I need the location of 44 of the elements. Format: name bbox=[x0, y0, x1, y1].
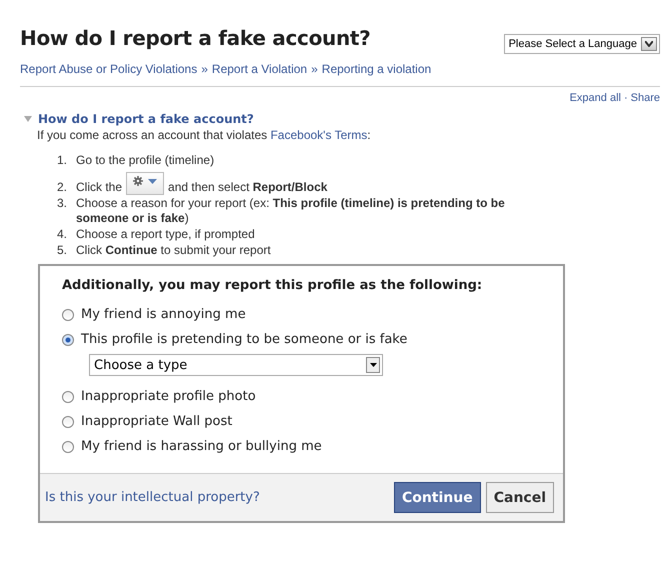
radio-button[interactable] bbox=[62, 416, 74, 428]
continue-button[interactable]: Continue bbox=[394, 482, 481, 513]
step-number: 5. bbox=[57, 243, 68, 258]
step-text: Go to the profile (timeline) bbox=[76, 153, 214, 168]
page-title: How do I report a fake account? bbox=[20, 26, 370, 50]
radio-button[interactable] bbox=[62, 308, 74, 320]
step-text: Click the bbox=[76, 180, 122, 195]
breadcrumb-separator: » bbox=[311, 62, 318, 76]
step-text: Choose a reason for your report (ex: This profile (timeline) is pretending to be someone or is fake) bbox=[76, 196, 506, 226]
option-label[interactable]: Inappropriate Wall post bbox=[81, 414, 232, 429]
step-number: 3. bbox=[57, 196, 68, 211]
gear-icon bbox=[133, 176, 144, 186]
option-label[interactable]: Inappropriate profile photo bbox=[81, 389, 256, 404]
language-select[interactable]: Please Select a Language bbox=[504, 34, 660, 54]
section-title[interactable]: How do I report a fake account? bbox=[38, 112, 254, 126]
terms-link[interactable]: Facebook's Terms bbox=[270, 128, 368, 142]
option-label[interactable]: This profile is pretending to be someone or is fake bbox=[81, 332, 408, 347]
step-number: 4. bbox=[57, 227, 68, 242]
caret-icon bbox=[370, 363, 376, 367]
caret-icon bbox=[148, 178, 158, 184]
option-label[interactable]: My friend is annoying me bbox=[81, 307, 246, 322]
action-link[interactable]: Share bbox=[630, 92, 660, 104]
step-text: and then select Report/Block bbox=[168, 180, 328, 195]
dialog-heading: Additionally, you may report this profile as the following: bbox=[62, 278, 484, 293]
step-text: Choose a report type, if prompted bbox=[76, 227, 255, 242]
step-number: 2. bbox=[57, 180, 68, 195]
radio-button[interactable] bbox=[62, 440, 74, 452]
breadcrumb-link[interactable]: Reporting a violation bbox=[322, 62, 432, 76]
step-number: 1. bbox=[57, 153, 68, 168]
cancel-button[interactable]: Cancel bbox=[486, 482, 554, 513]
separator-dot: · bbox=[624, 92, 628, 104]
caret-icon bbox=[645, 41, 653, 47]
option-label[interactable]: My friend is harassing or bullying me bbox=[81, 439, 322, 454]
radio-button[interactable] bbox=[62, 334, 74, 346]
radio-button[interactable] bbox=[62, 390, 74, 402]
intellectual-property-link[interactable]: Is this your intellectual property? bbox=[45, 490, 260, 505]
breadcrumb-separator: » bbox=[201, 62, 208, 76]
triangle-icon[interactable] bbox=[24, 116, 32, 122]
intro-text: If you come across an account that violates Facebook's Terms: bbox=[37, 128, 372, 142]
step-text: Click Continue to submit your report bbox=[76, 243, 271, 258]
action-link[interactable]: Expand all bbox=[570, 92, 621, 104]
breadcrumb-link[interactable]: Report a Violation bbox=[212, 62, 308, 76]
type-select[interactable]: Choose a type bbox=[89, 354, 383, 376]
breadcrumb-link[interactable]: Report Abuse or Policy Violations bbox=[20, 62, 198, 76]
